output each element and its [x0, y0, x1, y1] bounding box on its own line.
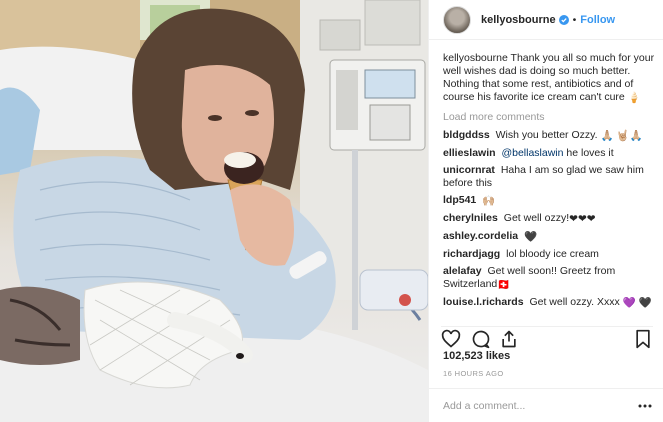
post-header: kellyosbourne • Follow	[429, 0, 663, 40]
avatar[interactable]	[443, 5, 471, 34]
caption-username[interactable]: kellyosbourne	[443, 52, 508, 64]
comment-item: unicornrat Haha I am so glad we saw him …	[443, 164, 657, 190]
post-timestamp: 16 HOURS AGO	[443, 369, 504, 378]
comment-text: Get well ozzy!	[503, 212, 570, 224]
comment-emoji: ❤❤❤	[569, 213, 596, 225]
likes-count[interactable]: 102,523 likes	[443, 350, 510, 362]
comment-username[interactable]: unicornrat	[443, 164, 495, 176]
load-more-comments-button[interactable]: Load more comments	[443, 111, 545, 123]
comment-item: ashley.cordelia 🖤	[443, 230, 657, 244]
comment-username[interactable]: alelafay	[443, 265, 482, 277]
verified-badge-icon	[558, 14, 569, 25]
follow-button[interactable]: Follow	[580, 14, 615, 26]
header-separator: •	[572, 13, 577, 26]
comment-username[interactable]: ellieslawin	[443, 147, 496, 159]
comment-item: ellieslawin @bellaslawin he loves it	[443, 147, 657, 160]
post-photo[interactable]	[0, 0, 428, 422]
comment-item: cherylniles Get well ozzy!❤❤❤	[443, 212, 657, 226]
header-username[interactable]: kellyosbourne	[481, 14, 556, 26]
comment-text: Wish you better Ozzy.	[495, 129, 598, 141]
comment-item: louise.l.richards Get well ozzy. Xxxx 💜 …	[443, 296, 657, 310]
comment-username[interactable]: richardjagg	[443, 248, 500, 260]
post-caption: kellyosbourne Thank you all so much for …	[443, 52, 657, 105]
comments-section: kellyosbourne Thank you all so much for …	[443, 52, 657, 314]
comment-mention[interactable]: @bellaslawin	[501, 147, 563, 159]
post-photo-illustration	[0, 0, 428, 422]
comment-emoji: 🖤	[524, 231, 538, 243]
instagram-post: kellyosbourne • Follow kellyosbourne Tha…	[0, 0, 663, 422]
comment-emoji: 🇨🇭	[497, 279, 511, 291]
comment-text: Get well ozzy. Xxxx	[529, 296, 620, 308]
comment-item: alelafay Get well soon!! Greetz from Swi…	[443, 265, 657, 292]
share-icon[interactable]	[499, 329, 519, 349]
comment-icon[interactable]	[471, 329, 491, 349]
comment-username[interactable]: ldp541	[443, 194, 476, 206]
comment-emoji: 🙏🏼 🤘🏼🙏🏼	[600, 130, 643, 142]
comment-item: richardjagg lol bloody ice cream	[443, 248, 657, 261]
comment-username[interactable]: ashley.cordelia	[443, 230, 518, 242]
bookmark-icon[interactable]	[633, 329, 653, 349]
comment-username[interactable]: bldgddss	[443, 129, 490, 141]
comment-emoji: 🙌🏼	[482, 195, 496, 207]
post-sidebar: kellyosbourne • Follow kellyosbourne Tha…	[428, 0, 663, 422]
comment-text: he loves it	[566, 147, 614, 159]
add-comment-bar	[429, 388, 663, 422]
comment-username[interactable]: louise.l.richards	[443, 296, 524, 308]
more-options-icon[interactable]	[637, 398, 653, 414]
caption-emoji: 🍦	[627, 92, 641, 104]
comment-text: lol bloody ice cream	[506, 248, 599, 260]
comment-item: ldp541 🙌🏼	[443, 194, 657, 208]
heart-icon[interactable]	[441, 329, 461, 349]
comment-emoji: 💜 🖤	[622, 297, 652, 309]
comment-item: bldgddss Wish you better Ozzy. 🙏🏼 🤘🏼🙏🏼	[443, 129, 657, 143]
add-comment-input[interactable]	[443, 399, 637, 412]
action-bar	[441, 326, 653, 349]
comment-username[interactable]: cherylniles	[443, 212, 498, 224]
